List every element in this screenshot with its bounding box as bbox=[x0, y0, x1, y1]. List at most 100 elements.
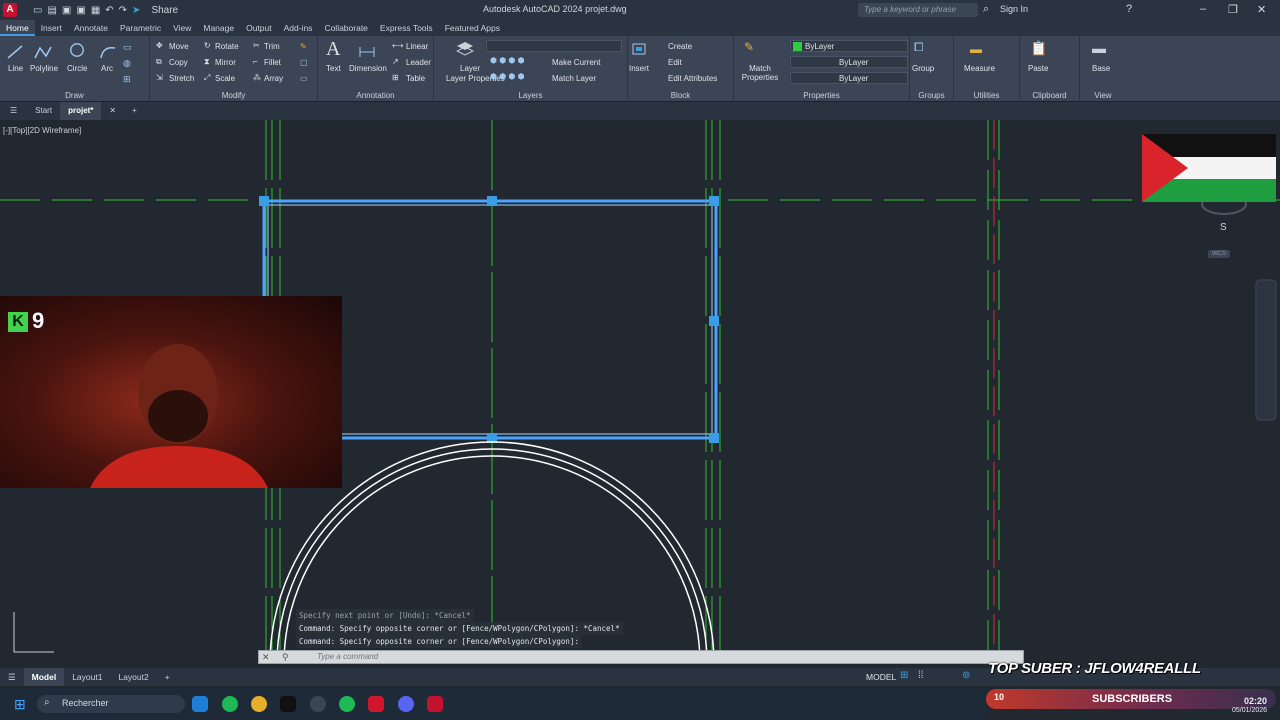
menu-icon[interactable]: ☰ bbox=[0, 102, 27, 120]
polar-tracking-icon[interactable]: ⊚ bbox=[962, 670, 970, 681]
save-icon[interactable]: ▣ bbox=[62, 5, 71, 16]
dimension-button[interactable]: Dimension bbox=[349, 64, 387, 73]
layers-panel-label[interactable]: Layers bbox=[434, 91, 627, 100]
plot-icon[interactable]: ▦ bbox=[91, 5, 100, 16]
tab-express-tools[interactable]: Express Tools bbox=[374, 20, 439, 36]
tab-model[interactable]: Model bbox=[23, 668, 65, 686]
text-button[interactable]: Text bbox=[326, 64, 341, 73]
new-file-icon[interactable]: ▭ bbox=[33, 5, 42, 16]
polyline-button[interactable]: Polyline bbox=[30, 64, 58, 73]
viewport-controls-label[interactable]: [-][Top][2D Wireframe] bbox=[3, 126, 81, 135]
circle-button[interactable]: Circle bbox=[67, 64, 87, 73]
tab-view[interactable]: View bbox=[167, 20, 197, 36]
linear-button[interactable]: Linear bbox=[406, 42, 428, 51]
spotify-icon[interactable] bbox=[222, 696, 238, 712]
share-button[interactable]: Share bbox=[151, 5, 178, 16]
arc-button[interactable]: Arc bbox=[101, 64, 113, 73]
minimize-icon[interactable]: – bbox=[1200, 3, 1206, 15]
autocad-logo-icon[interactable]: A bbox=[3, 3, 17, 17]
tab-layout1[interactable]: Layout1 bbox=[64, 668, 110, 686]
settings-icon[interactable] bbox=[310, 696, 326, 712]
close-icon[interactable]: ✕ bbox=[1257, 3, 1266, 16]
tab-add-ins[interactable]: Add-ins bbox=[278, 20, 319, 36]
command-input[interactable]: Type a command bbox=[258, 650, 1024, 664]
groups-panel-label[interactable]: Groups bbox=[910, 91, 953, 100]
table-grid-icon[interactable]: ⊞ bbox=[123, 74, 131, 85]
tab-manage[interactable]: Manage bbox=[197, 20, 240, 36]
explode-icon[interactable]: ▢ bbox=[300, 58, 308, 67]
taskbar-search-input[interactable]: Rechercher bbox=[37, 695, 185, 713]
insert-button[interactable]: Insert bbox=[629, 64, 649, 73]
restore-icon[interactable]: ❐ bbox=[1228, 3, 1238, 16]
windows-start-icon[interactable]: ⊞ bbox=[14, 696, 26, 713]
leader-button[interactable]: Leader bbox=[406, 58, 431, 67]
layer-dropdown[interactable] bbox=[486, 40, 622, 52]
array-button[interactable]: Array bbox=[264, 74, 283, 83]
move-button[interactable]: Move bbox=[169, 42, 189, 51]
wcs-menu[interactable]: WCS bbox=[1208, 250, 1230, 258]
tab-projet[interactable]: projet* bbox=[60, 102, 102, 120]
undo-icon[interactable]: ↶ bbox=[105, 5, 113, 16]
linetype-dropdown[interactable]: ByLayer bbox=[790, 56, 908, 68]
measure-button[interactable]: Measure bbox=[964, 64, 995, 73]
annotation-panel-label[interactable]: Annotation bbox=[318, 91, 433, 100]
create-block-button[interactable]: Create bbox=[668, 42, 692, 51]
fillet-button[interactable]: Fillet bbox=[264, 58, 281, 67]
mirror-button[interactable]: Mirror bbox=[215, 58, 236, 67]
clipboard-panel-label[interactable]: Clipboard bbox=[1020, 91, 1079, 100]
close-tab-icon[interactable]: ✕ bbox=[101, 102, 124, 120]
modify-panel-label[interactable]: Modify bbox=[150, 91, 317, 100]
erase-icon[interactable]: ✎ bbox=[300, 42, 307, 51]
lineweight-dropdown[interactable]: ByLayer bbox=[790, 72, 908, 84]
paste-button[interactable]: Paste bbox=[1028, 64, 1048, 73]
tab-annotate[interactable]: Annotate bbox=[68, 20, 114, 36]
spotify-alt-icon[interactable] bbox=[339, 696, 355, 712]
help-icon[interactable]: ? bbox=[1126, 3, 1132, 15]
layer-properties-button[interactable]: Layer bbox=[460, 64, 480, 73]
block-panel-label[interactable]: Block bbox=[628, 91, 733, 100]
system-clock[interactable]: 02:20 05/01/2026 bbox=[1232, 697, 1267, 715]
hatch-icon[interactable]: ◍ bbox=[123, 58, 131, 69]
new-tab-icon[interactable]: + bbox=[124, 102, 145, 120]
grid-toggle-icon[interactable]: ⊞ bbox=[900, 670, 908, 681]
match-layer-button[interactable]: Match Layer bbox=[552, 74, 596, 83]
tab-layout2[interactable]: Layout2 bbox=[110, 668, 156, 686]
autocad-taskbar-icon[interactable] bbox=[427, 696, 443, 712]
layer-state-icons[interactable]: ⬢ ⬢ ⬢ ⬢ bbox=[490, 56, 525, 65]
tab-collaborate[interactable]: Collaborate bbox=[318, 20, 373, 36]
search-icon[interactable]: ⌕ bbox=[983, 3, 989, 16]
layout-menu-icon[interactable]: ☰ bbox=[0, 668, 24, 686]
tab-start[interactable]: Start bbox=[27, 102, 60, 120]
snap-toggle-icon[interactable]: ⁞⁞ bbox=[918, 670, 924, 681]
chrome-icon[interactable] bbox=[251, 696, 267, 712]
add-layout-icon[interactable]: + bbox=[157, 668, 178, 686]
share-icon[interactable]: ➤ bbox=[132, 5, 140, 16]
base-button[interactable]: Base bbox=[1092, 64, 1110, 73]
rotate-button[interactable]: Rotate bbox=[215, 42, 239, 51]
model-space-toggle[interactable]: MODEL bbox=[866, 672, 896, 682]
copy-button[interactable]: Copy bbox=[169, 58, 188, 67]
color-dropdown[interactable]: ByLayer bbox=[790, 40, 908, 52]
offset-icon[interactable]: ▭ bbox=[300, 74, 308, 83]
discord-icon[interactable] bbox=[398, 696, 414, 712]
command-customize-icon[interactable]: ⚲ bbox=[282, 652, 289, 663]
redo-icon[interactable]: ↷ bbox=[119, 5, 127, 16]
make-current-button[interactable]: Make Current bbox=[552, 58, 600, 67]
group-button[interactable]: Group bbox=[912, 64, 934, 73]
layer-tools-icons[interactable]: ⬢ ⬢ ⬢ ⬢ bbox=[490, 72, 525, 81]
table-button[interactable]: Table bbox=[406, 74, 425, 83]
edit-attributes-button[interactable]: Edit Attributes bbox=[668, 74, 717, 83]
edit-block-button[interactable]: Edit bbox=[668, 58, 682, 67]
tab-insert[interactable]: Insert bbox=[35, 20, 68, 36]
trim-button[interactable]: Trim bbox=[264, 42, 280, 51]
sign-in-button[interactable]: Sign In bbox=[1000, 4, 1028, 14]
help-search-input[interactable]: Type a keyword or phrase bbox=[858, 3, 978, 17]
open-file-icon[interactable]: ▤ bbox=[47, 5, 56, 16]
save-as-icon[interactable]: ▣ bbox=[76, 5, 85, 16]
app-red-icon[interactable] bbox=[368, 696, 384, 712]
tab-home[interactable]: Home bbox=[0, 20, 35, 36]
stretch-button[interactable]: Stretch bbox=[169, 74, 194, 83]
rectangle-icon[interactable]: ▭ bbox=[123, 42, 132, 53]
properties-panel-label[interactable]: Properties bbox=[734, 91, 909, 100]
draw-panel-label[interactable]: Draw bbox=[0, 91, 149, 100]
